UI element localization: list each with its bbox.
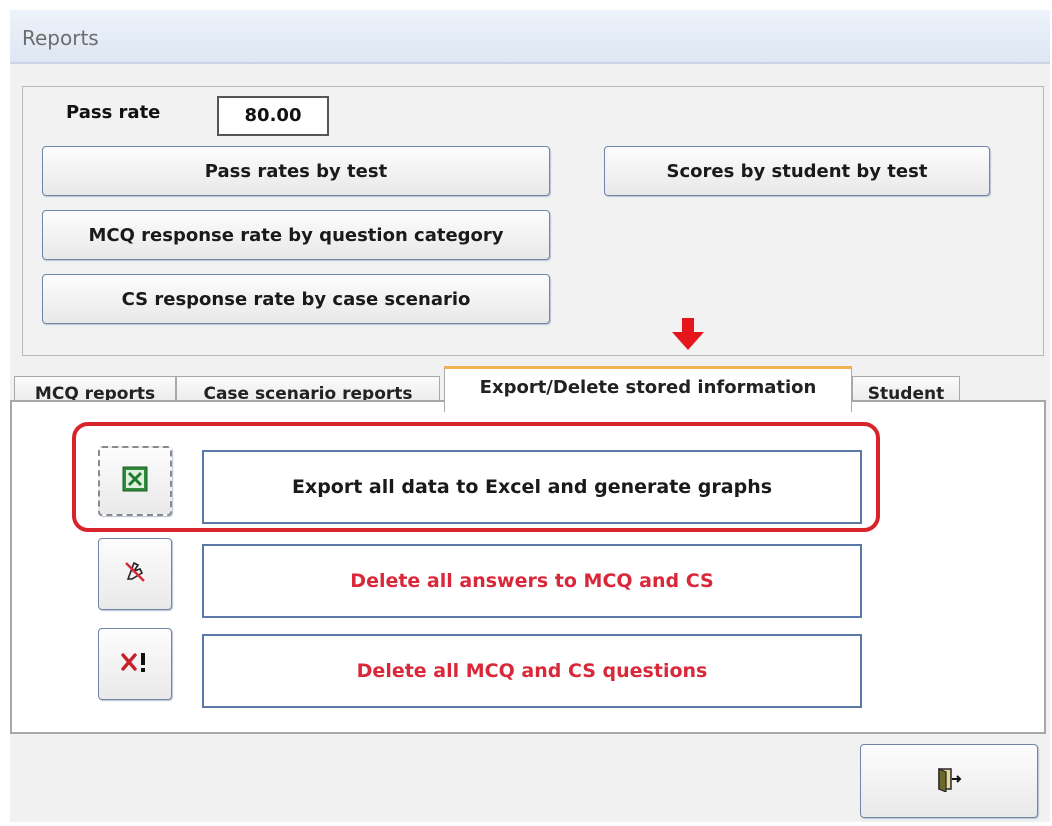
cs-response-rate-button[interactable]: CS response rate by case scenario	[42, 274, 550, 324]
mcq-response-rate-button[interactable]: MCQ response rate by question category	[42, 210, 550, 260]
exit-button[interactable]	[860, 744, 1038, 818]
export-delete-panel: Export all data to Excel and generate gr…	[10, 400, 1046, 734]
delete-x-icon	[120, 651, 150, 677]
delete-questions-icon-button[interactable]	[98, 628, 172, 700]
exit-door-icon	[936, 766, 962, 796]
pass-rates-by-test-button[interactable]: Pass rates by test	[42, 146, 550, 196]
delete-all-questions-button[interactable]: Delete all MCQ and CS questions	[202, 634, 862, 708]
pass-rate-label: Pass rate	[66, 102, 161, 123]
delete-all-answers-button[interactable]: Delete all answers to MCQ and CS	[202, 544, 862, 618]
scores-by-student-by-test-button[interactable]: Scores by student by test	[604, 146, 990, 196]
pass-rate-input[interactable]: 80.00	[217, 96, 329, 136]
tab-export-delete[interactable]: Export/Delete stored information	[444, 366, 852, 412]
delete-answers-icon-button[interactable]	[98, 538, 172, 610]
reports-window: Reports Pass rate 80.00 Pass rates by te…	[10, 10, 1050, 822]
down-arrow-annotation	[670, 316, 706, 356]
erase-icon	[122, 559, 148, 589]
title-bar: Reports	[10, 10, 1050, 64]
export-all-data-button[interactable]: Export all data to Excel and generate gr…	[202, 450, 862, 524]
window-title: Reports	[22, 26, 99, 50]
export-excel-button[interactable]	[98, 446, 172, 516]
excel-icon	[122, 466, 148, 496]
